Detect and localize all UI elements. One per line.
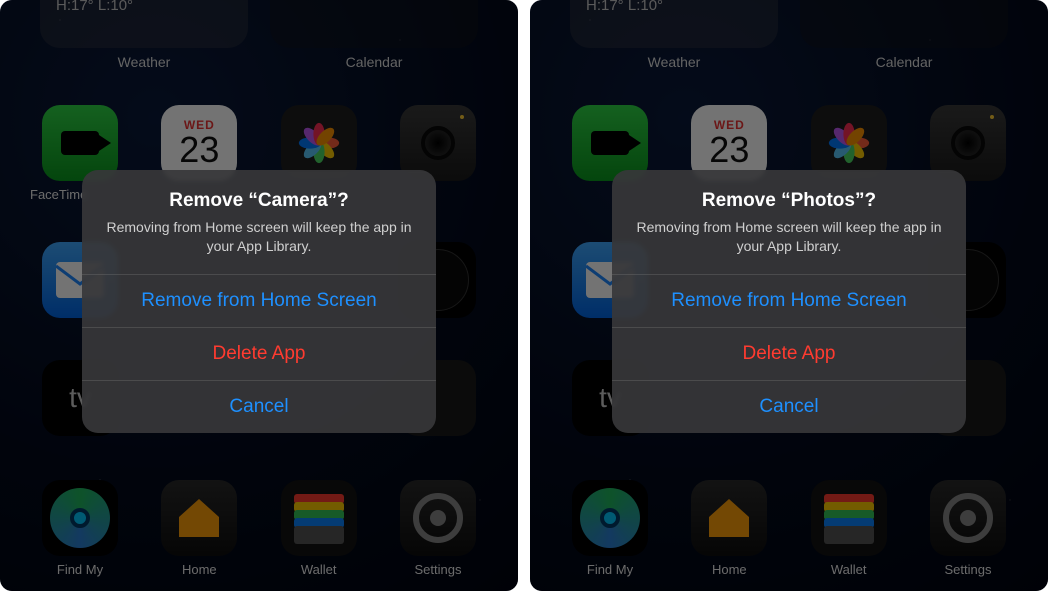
findmy-icon bbox=[42, 480, 118, 556]
remove-from-home-button[interactable]: Remove from Home Screen bbox=[612, 274, 966, 327]
delete-app-button[interactable]: Delete App bbox=[612, 327, 966, 380]
app-settings[interactable]: Settings bbox=[918, 480, 1018, 577]
app-findmy[interactable]: Find My bbox=[30, 480, 130, 577]
weather-widget[interactable]: Clear H:17° L:10° bbox=[40, 0, 248, 48]
remove-app-sheet: Remove “Photos”? Removing from Home scre… bbox=[612, 170, 966, 433]
weather-temps: H:17° L:10° bbox=[586, 0, 762, 14]
weather-temps: H:17° L:10° bbox=[56, 0, 232, 14]
cancel-button[interactable]: Cancel bbox=[612, 380, 966, 433]
wallet-icon bbox=[811, 480, 887, 556]
home-screen-panel: Clear H:17° L:10° Weather Calendar WED 2… bbox=[530, 0, 1048, 591]
weather-widget-label: Weather bbox=[40, 54, 248, 70]
settings-gear-icon bbox=[930, 480, 1006, 556]
calendar-widget-label: Calendar bbox=[800, 54, 1008, 70]
findmy-icon bbox=[572, 480, 648, 556]
home-icon bbox=[161, 480, 237, 556]
wallet-icon bbox=[281, 480, 357, 556]
sheet-title: Remove “Camera”? bbox=[106, 190, 412, 212]
app-wallet[interactable]: Wallet bbox=[269, 480, 369, 577]
calendar-widget[interactable] bbox=[270, 0, 478, 48]
sheet-message: Removing from Home screen will keep the … bbox=[106, 218, 412, 256]
remove-from-home-button[interactable]: Remove from Home Screen bbox=[82, 274, 436, 327]
weather-widget-label: Weather bbox=[570, 54, 778, 70]
settings-gear-icon bbox=[400, 480, 476, 556]
home-icon bbox=[691, 480, 767, 556]
app-findmy[interactable]: Find My bbox=[560, 480, 660, 577]
sheet-message: Removing from Home screen will keep the … bbox=[636, 218, 942, 256]
weather-widget[interactable]: Clear H:17° L:10° bbox=[570, 0, 778, 48]
sheet-title: Remove “Photos”? bbox=[636, 190, 942, 212]
app-home[interactable]: Home bbox=[149, 480, 249, 577]
app-wallet[interactable]: Wallet bbox=[799, 480, 899, 577]
app-home[interactable]: Home bbox=[679, 480, 779, 577]
calendar-widget-label: Calendar bbox=[270, 54, 478, 70]
delete-app-button[interactable]: Delete App bbox=[82, 327, 436, 380]
remove-app-sheet: Remove “Camera”? Removing from Home scre… bbox=[82, 170, 436, 433]
calendar-widget[interactable] bbox=[800, 0, 1008, 48]
home-screen-panel: Clear H:17° L:10° Weather Calendar FaceT… bbox=[0, 0, 518, 591]
cancel-button[interactable]: Cancel bbox=[82, 380, 436, 433]
app-settings[interactable]: Settings bbox=[388, 480, 488, 577]
